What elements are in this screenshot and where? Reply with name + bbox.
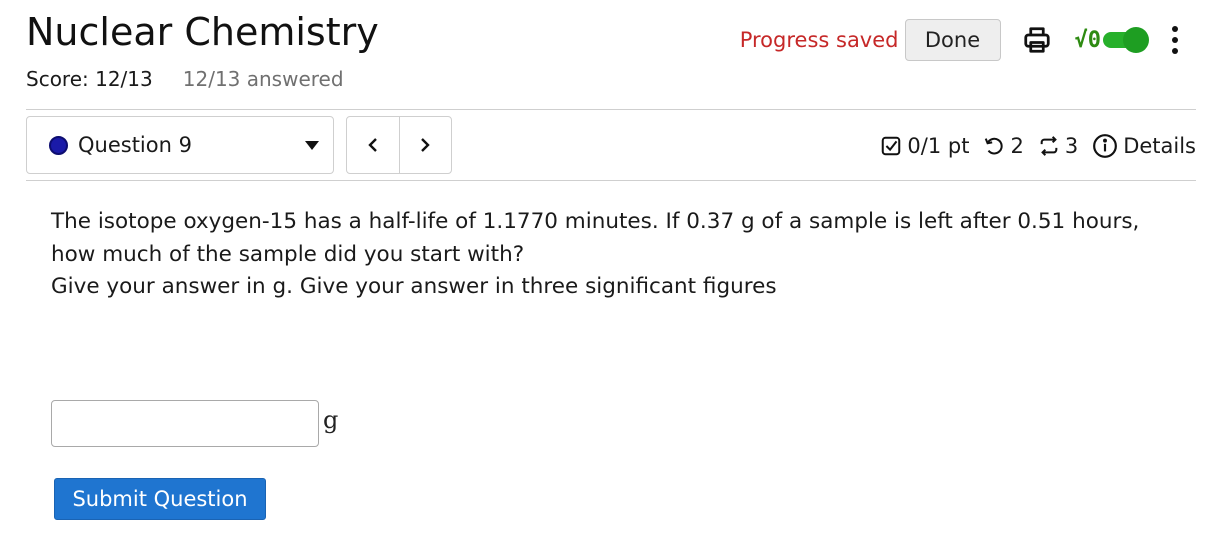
assignment-title: Nuclear Chemistry [26, 10, 379, 54]
retries-item: 2 [983, 134, 1024, 158]
answer-unit: g [323, 406, 339, 434]
question-status-dot [49, 135, 68, 155]
retries-count: 2 [1010, 134, 1024, 158]
caret-down-icon [305, 141, 319, 150]
next-question-button[interactable] [398, 117, 452, 173]
score-row: Score: 12/13 12/13 answered [26, 66, 344, 92]
question-line: The isotope oxygen-15 has a half-life of… [51, 209, 1140, 234]
toggle-switch[interactable] [1103, 27, 1149, 53]
attempts-count: 3 [1064, 134, 1079, 158]
progress-status: Progress saved [739, 28, 899, 52]
question-line: how much of the sample did you start wit… [51, 241, 525, 267]
details-label: Details [1123, 134, 1196, 158]
score-text: Score: 12/13 [26, 67, 153, 91]
header-divider [26, 109, 1196, 110]
math-display-toggle[interactable]: √0 [1074, 27, 1149, 53]
attempts-item: 3 [1038, 134, 1078, 158]
question-line: Give your answer in g. Give your answer … [51, 274, 777, 299]
toggle-knob [1123, 27, 1149, 53]
submit-question-button[interactable]: Submit Question [54, 478, 266, 520]
print-icon[interactable] [1021, 24, 1053, 56]
question-select[interactable]: Question 9 [26, 116, 334, 174]
answer-input[interactable] [51, 400, 319, 447]
more-options-icon[interactable] [1165, 22, 1185, 58]
header-actions: Progress saved Done √0 [740, 18, 1185, 62]
answered-count: 12/13 answered [182, 67, 344, 91]
details-button[interactable]: Details [1092, 133, 1196, 159]
question-nav-buttons [346, 116, 452, 174]
sqrt-icon: √0 [1074, 27, 1102, 53]
previous-question-button[interactable] [347, 117, 399, 173]
done-button[interactable]: Done [904, 19, 1001, 61]
info-icon [1093, 134, 1118, 158]
question-select-label: Question 9 [78, 133, 192, 157]
assignment-page: Nuclear Chemistry Score: 12/13 12/13 ans… [0, 0, 1207, 537]
repeat-icon [1040, 136, 1058, 156]
nav-divider [26, 180, 1196, 181]
chevron-right-icon [421, 138, 430, 152]
chevron-left-icon [368, 138, 377, 152]
checkbox-icon [882, 136, 901, 156]
undo-icon [985, 137, 1004, 155]
question-meta: 0/1 pt 2 3 Details [880, 128, 1196, 164]
points-item: 0/1 pt [880, 134, 969, 158]
points-text: 0/1 pt [907, 134, 970, 158]
question-text: The isotope oxygen-15 has a half-life of… [51, 206, 1171, 304]
